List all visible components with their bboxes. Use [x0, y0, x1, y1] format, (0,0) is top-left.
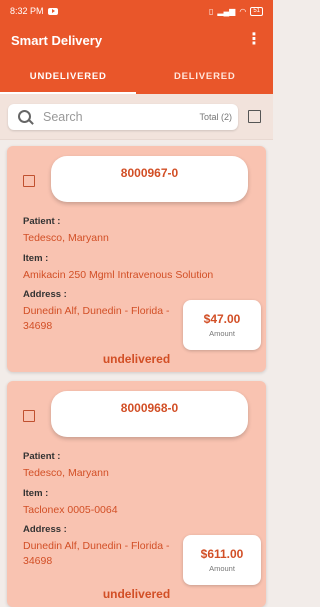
price-value: $47.00 — [203, 312, 241, 326]
delivery-status: undelivered — [102, 587, 171, 601]
tab-indicator — [0, 92, 136, 94]
search-placeholder: Search — [43, 109, 83, 124]
patient-value: Tedesco, Maryann — [23, 232, 109, 244]
address-label: Address : — [23, 289, 67, 300]
tab-delivered[interactable]: DELIVERED — [137, 58, 274, 94]
price-box: $611.00 Amount — [183, 535, 261, 585]
price-label: Amount — [209, 564, 235, 573]
price-box: $47.00 Amount — [183, 300, 261, 350]
more-vert-icon[interactable]: ⋮ — [246, 32, 262, 48]
item-label: Item : — [23, 253, 49, 264]
tab-undelivered[interactable]: UNDELIVERED — [0, 58, 137, 94]
order-id: 8000968-0 — [51, 391, 248, 437]
app-title: Smart Delivery — [11, 32, 103, 48]
status-bar: 8:32 PM ▯ ▂▄▆ ◠ 51 — [0, 0, 273, 22]
search-icon — [18, 110, 31, 123]
delivery-status: undelivered — [102, 352, 171, 366]
search-row: Search Total (2) — [0, 94, 273, 140]
item-value: Amikacin 250 Mgml Intravenous Solution — [23, 269, 214, 281]
patient-label: Patient : — [23, 216, 61, 227]
order-list: 8000967-0 Patient : Tedesco, Maryann Ite… — [0, 140, 273, 607]
vibrate-icon: ▯ — [208, 6, 214, 16]
order-checkbox[interactable] — [23, 410, 35, 422]
tab-bar: UNDELIVERED DELIVERED — [0, 58, 273, 94]
address-value: Dunedin Alf, Dunedin - Florida - 34698 — [23, 305, 170, 332]
battery-icon: 51 — [250, 6, 263, 16]
youtube-notification-icon — [47, 7, 58, 15]
search-input[interactable]: Search Total (2) — [8, 103, 238, 130]
total-count: Total (2) — [199, 111, 232, 122]
order-card[interactable]: 8000967-0 Patient : Tedesco, Maryann Ite… — [7, 146, 266, 372]
item-label: Item : — [23, 488, 49, 499]
order-checkbox[interactable] — [23, 175, 35, 187]
status-time: 8:32 PM — [10, 6, 44, 16]
item-value: Taclonex 0005-0064 — [23, 504, 118, 516]
wifi-icon: ◠ — [239, 6, 247, 16]
price-label: Amount — [209, 329, 235, 338]
select-all-checkbox[interactable] — [248, 110, 261, 123]
order-card[interactable]: 8000968-0 Patient : Tedesco, Maryann Ite… — [7, 381, 266, 607]
app-bar: Smart Delivery ⋮ — [0, 22, 273, 58]
address-value: Dunedin Alf, Dunedin - Florida - 34698 — [23, 540, 170, 567]
order-id: 8000967-0 — [51, 156, 248, 202]
price-value: $611.00 — [200, 547, 244, 561]
signal-icon: ▂▄▆ — [217, 6, 236, 16]
address-label: Address : — [23, 524, 67, 535]
patient-value: Tedesco, Maryann — [23, 467, 109, 479]
patient-label: Patient : — [23, 451, 61, 462]
